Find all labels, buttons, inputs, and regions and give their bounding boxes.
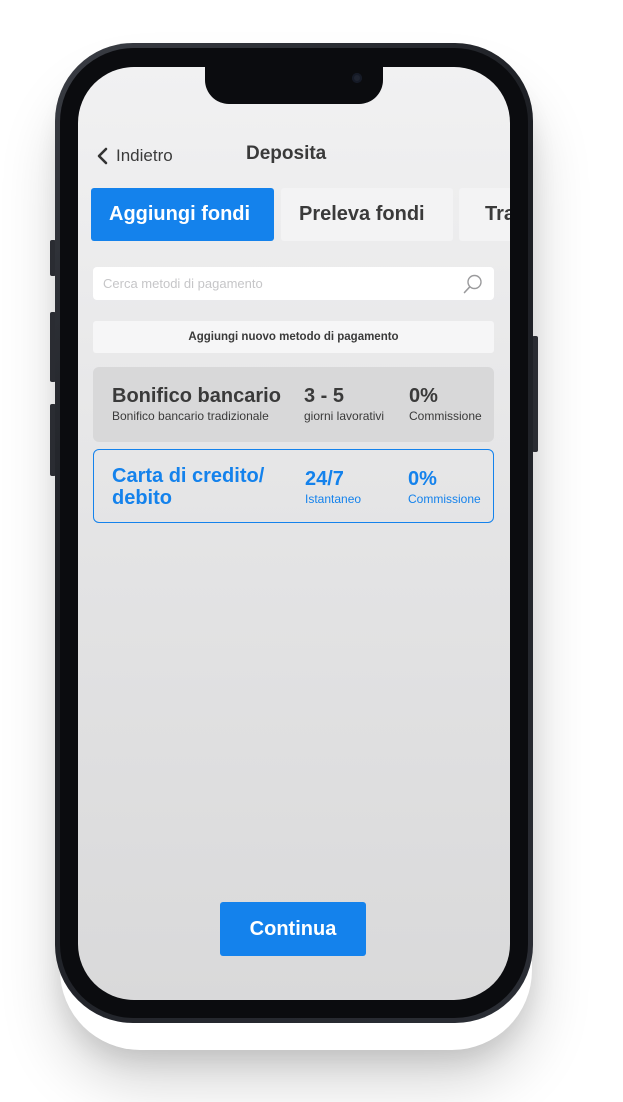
search-input[interactable]	[103, 276, 462, 291]
method-fee-label: Commissione	[409, 409, 482, 423]
camera-icon	[352, 73, 362, 83]
method-fee: 0%	[409, 385, 438, 407]
page-title: Deposita	[246, 143, 327, 164]
tab-trasferisci[interactable]: Trasferisci	[459, 188, 510, 241]
back-label: Indietro	[116, 146, 173, 165]
tab-bar: Aggiungi fondi Preleva fondi Trasferisci	[91, 188, 510, 241]
method-name-line1: Carta di credito/	[112, 465, 265, 487]
method-name-line2: debito	[112, 487, 172, 509]
method-timing-label: Istantaneo	[305, 492, 362, 506]
payment-method-bank-transfer[interactable]: Bonifico bancario Bonifico bancario trad…	[93, 367, 494, 442]
notch	[205, 67, 383, 104]
search-bar	[93, 267, 494, 300]
add-payment-method-button[interactable]: Aggiungi nuovo metodo di pagamento	[93, 321, 494, 353]
method-timing: 3 - 5	[304, 385, 345, 407]
tab-aggiungi-fondi[interactable]: Aggiungi fondi	[91, 188, 274, 241]
search-icon[interactable]	[462, 273, 484, 295]
method-timing-label: giorni lavorativi	[304, 409, 385, 423]
tab-preleva-fondi[interactable]: Preleva fondi	[281, 188, 453, 241]
method-fee-label: Commissione	[408, 492, 481, 506]
method-name: Bonifico bancario	[112, 385, 281, 407]
app-screen: Indietro Deposita Aggiungi fondi Preleva…	[78, 67, 510, 1000]
method-name: Carta di credito/ debito	[112, 465, 264, 509]
method-fee: 0%	[408, 468, 437, 490]
continue-button[interactable]: Continua	[220, 902, 366, 956]
method-description: Bonifico bancario tradizionale	[112, 409, 269, 423]
chevron-left-icon	[97, 147, 108, 165]
device-mockup: Indietro Deposita Aggiungi fondi Preleva…	[0, 0, 623, 1102]
back-button[interactable]: Indietro	[96, 146, 173, 166]
method-timing: 24/7	[305, 468, 344, 490]
payment-method-credit-card[interactable]: Carta di credito/ debito 24/7 Istantaneo…	[93, 449, 494, 523]
